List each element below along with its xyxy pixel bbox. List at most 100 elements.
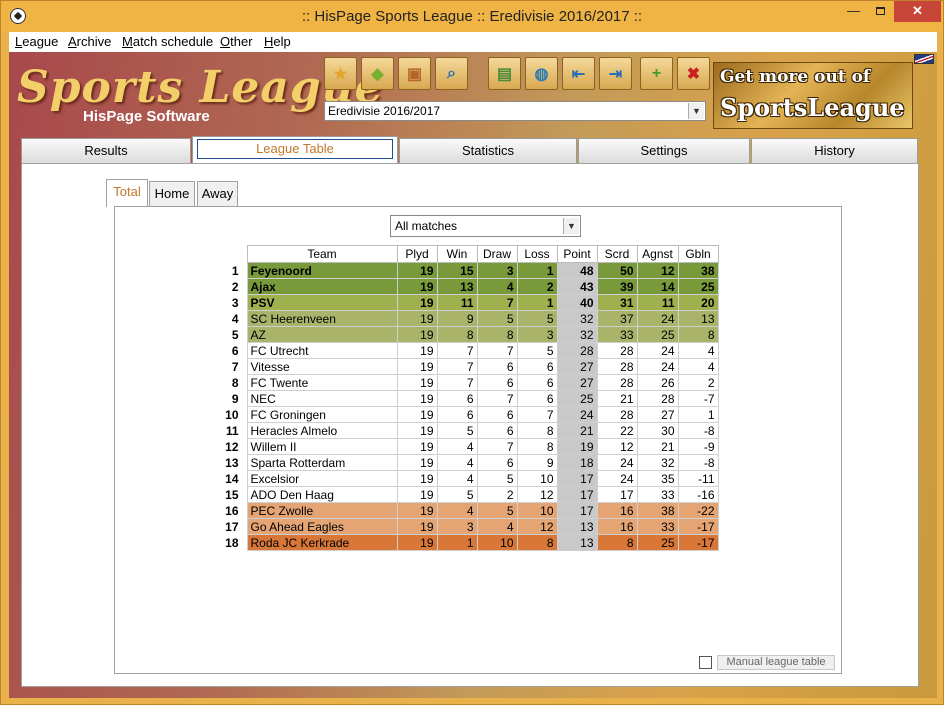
table-row[interactable]: 9 NEC 19 6 7 6 25 21 28 -7 <box>221 390 719 407</box>
table-row[interactable]: 3 PSV 19 11 7 1 40 31 11 20 <box>221 294 719 311</box>
manual-checkbox-label[interactable]: Manual league table <box>717 655 835 670</box>
add-button[interactable]: + <box>640 57 673 90</box>
col-loss[interactable]: Loss <box>516 245 558 263</box>
menu-league[interactable]: League <box>15 34 58 49</box>
table-row[interactable]: 8 FC Twente 19 7 6 6 27 28 26 2 <box>221 374 719 391</box>
col-gbln[interactable]: Gbln <box>677 245 719 263</box>
magnifier-icon: ⌕ <box>447 64 456 82</box>
gbln-cell: 25 <box>677 278 719 295</box>
tab-history[interactable]: History <box>751 138 918 163</box>
scrd-cell: 17 <box>596 486 638 503</box>
loss-cell: 1 <box>516 262 558 279</box>
chevron-down-icon[interactable]: ▼ <box>688 103 704 119</box>
maximize-button[interactable] <box>867 1 894 22</box>
agnst-cell: 24 <box>636 358 679 375</box>
cube-button[interactable]: ◆ <box>361 57 394 90</box>
menu-other[interactable]: Other <box>220 34 253 49</box>
table-row[interactable]: 14 Excelsior 19 4 5 10 17 24 35 -11 <box>221 470 719 487</box>
folder-globe-button[interactable]: ▤ <box>488 57 521 90</box>
tab-results[interactable]: Results <box>21 138 191 163</box>
tab-settings[interactable]: Settings <box>578 138 750 163</box>
loss-cell: 3 <box>516 326 558 343</box>
team-cell: Feyenoord <box>246 262 398 279</box>
table-row[interactable]: 12 Willem II 19 4 7 8 19 12 21 -9 <box>221 438 719 455</box>
agnst-cell: 24 <box>636 310 679 327</box>
manual-league-table-toggle[interactable]: Manual league table <box>699 655 837 670</box>
globe-button[interactable]: ◍ <box>525 57 558 90</box>
table-row[interactable]: 4 SC Heerenveen 19 9 5 5 32 37 24 13 <box>221 310 719 327</box>
title-bar[interactable]: :: HisPage Sports League :: Eredivisie 2… <box>1 1 943 32</box>
position-cell: 18 <box>221 534 247 551</box>
col-scrd[interactable]: Scrd <box>596 245 638 263</box>
table-row[interactable]: 18 Roda JC Kerkrade 19 1 10 8 13 8 25 -17 <box>221 534 719 551</box>
subtab-total[interactable]: Total <box>106 179 148 207</box>
table-row[interactable]: 7 Vitesse 19 7 6 6 27 28 24 4 <box>221 358 719 375</box>
star-icon: ★ <box>333 65 348 83</box>
point-cell: 27 <box>556 374 598 391</box>
subtab-away[interactable]: Away <box>197 181 238 206</box>
plyd-cell: 19 <box>396 294 438 311</box>
table-row[interactable]: 2 Ajax 19 13 4 2 43 39 14 25 <box>221 278 719 295</box>
league-select[interactable]: Eredivisie 2016/2017 ▼ <box>324 101 706 121</box>
col-win[interactable]: Win <box>436 245 478 263</box>
position-cell: 7 <box>221 358 247 375</box>
scrd-cell: 31 <box>596 294 638 311</box>
menu-archive[interactable]: Archive <box>68 34 111 49</box>
col-plyd[interactable]: Plyd <box>396 245 438 263</box>
import-button[interactable]: ⇤ <box>562 57 595 90</box>
table-row[interactable]: 5 AZ 19 8 8 3 32 33 25 8 <box>221 326 719 343</box>
col-point[interactable]: Point <box>556 245 598 263</box>
language-flag-icon[interactable] <box>914 54 934 64</box>
draw-cell: 10 <box>476 534 518 551</box>
minimize-button[interactable]: — <box>840 1 867 22</box>
match-filter-select[interactable]: All matches ▼ <box>390 215 581 237</box>
plyd-cell: 19 <box>396 534 438 551</box>
scrd-cell: 12 <box>596 438 638 455</box>
table-row[interactable]: 6 FC Utrecht 19 7 7 5 28 28 24 4 <box>221 342 719 359</box>
draw-cell: 3 <box>476 262 518 279</box>
scrd-cell: 37 <box>596 310 638 327</box>
advert-banner[interactable]: Get more out of SportsLeague <box>713 62 913 129</box>
box-button[interactable]: ▣ <box>398 57 431 90</box>
point-cell: 17 <box>556 502 598 519</box>
magnifier-button[interactable]: ⌕ <box>435 57 468 90</box>
star-button[interactable]: ★ <box>324 57 357 90</box>
menu-match-schedule[interactable]: Match schedule <box>122 34 213 49</box>
menu-help[interactable]: Help <box>264 34 291 49</box>
plyd-cell: 19 <box>396 502 438 519</box>
loss-cell: 6 <box>516 358 558 375</box>
loss-cell: 8 <box>516 438 558 455</box>
col-team[interactable]: Team <box>246 245 398 263</box>
position-cell: 10 <box>221 406 247 423</box>
position-cell: 3 <box>221 294 247 311</box>
table-row[interactable]: 16 PEC Zwolle 19 4 5 10 17 16 38 -22 <box>221 502 719 519</box>
win-cell: 15 <box>436 262 478 279</box>
team-cell: FC Utrecht <box>246 342 398 359</box>
draw-cell: 6 <box>476 358 518 375</box>
win-cell: 4 <box>436 502 478 519</box>
tab-league-table[interactable]: League Table <box>192 136 398 164</box>
globe-icon: ◍ <box>534 65 549 83</box>
subtab-home[interactable]: Home <box>149 181 195 206</box>
manual-checkbox[interactable] <box>699 656 712 669</box>
tab-statistics[interactable]: Statistics <box>399 138 577 163</box>
table-row[interactable]: 10 FC Groningen 19 6 6 7 24 28 27 1 <box>221 406 719 423</box>
agnst-cell: 25 <box>636 326 679 343</box>
export-button[interactable]: ⇥ <box>599 57 632 90</box>
point-cell: 17 <box>556 486 598 503</box>
gbln-cell: 8 <box>677 326 719 343</box>
col-agnst[interactable]: Agnst <box>636 245 679 263</box>
table-row[interactable]: 15 ADO Den Haag 19 5 2 12 17 17 33 -16 <box>221 486 719 503</box>
chevron-down-icon[interactable]: ▼ <box>563 218 579 234</box>
plyd-cell: 19 <box>396 358 438 375</box>
close-button[interactable]: ✕ <box>894 1 941 22</box>
win-cell: 8 <box>436 326 478 343</box>
table-row[interactable]: 13 Sparta Rotterdam 19 4 6 9 18 24 32 -8 <box>221 454 719 471</box>
delete-button[interactable]: ✖ <box>677 57 710 90</box>
table-row[interactable]: 1 Feyenoord 19 15 3 1 48 50 12 38 <box>221 262 719 279</box>
point-cell: 27 <box>556 358 598 375</box>
table-row[interactable]: 11 Heracles Almelo 19 5 6 8 21 22 30 -8 <box>221 422 719 439</box>
col-draw[interactable]: Draw <box>476 245 518 263</box>
win-cell: 11 <box>436 294 478 311</box>
table-row[interactable]: 17 Go Ahead Eagles 19 3 4 12 13 16 33 -17 <box>221 518 719 535</box>
